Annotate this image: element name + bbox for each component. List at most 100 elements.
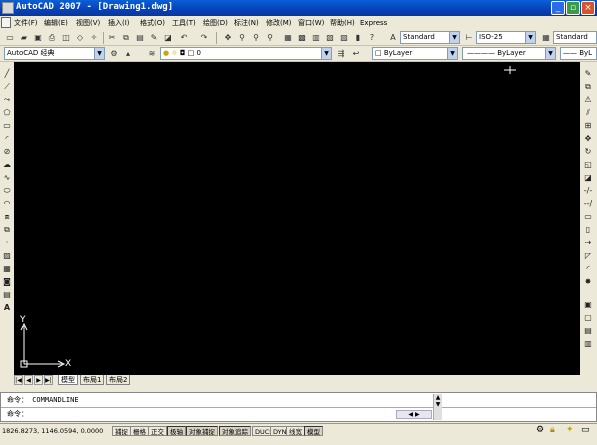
- properties-icon[interactable]: ▦: [282, 32, 294, 44]
- chevron-down-icon[interactable]: ▼: [94, 48, 104, 59]
- menu-modify[interactable]: 修改(M): [266, 17, 292, 29]
- menu-dimension[interactable]: 标注(N): [234, 17, 259, 29]
- menu-file[interactable]: 文件(F): [14, 17, 38, 29]
- lock-toolbar-icon[interactable]: 🔒︎: [550, 425, 562, 437]
- workspace-select[interactable]: AutoCAD 经典 ▼: [4, 47, 105, 60]
- maximize-button[interactable]: ▫: [566, 1, 580, 15]
- linetype-select[interactable]: ———— ByLayer ▼: [462, 47, 556, 60]
- grid-toggle[interactable]: 栅格: [130, 426, 149, 436]
- polygon-icon[interactable]: ⬠: [1, 107, 13, 119]
- command-hscroll[interactable]: ◀ ▶: [396, 410, 432, 419]
- draw-order-icon[interactable]: ▣: [582, 299, 594, 311]
- print-icon[interactable]: ⎙: [46, 32, 58, 44]
- model-toggle[interactable]: 模型: [304, 426, 323, 436]
- explode-icon[interactable]: ✸: [582, 276, 594, 288]
- menu-draw[interactable]: 绘图(D): [203, 17, 228, 29]
- workspace-settings-icon[interactable]: ⚙: [108, 48, 120, 60]
- ortho-toggle[interactable]: 正交: [148, 426, 167, 436]
- tool-palettes-icon[interactable]: ▥: [310, 32, 322, 44]
- minimize-button[interactable]: _: [551, 1, 565, 15]
- tab-layout1[interactable]: 布局1: [80, 375, 105, 385]
- make-current-layer-icon[interactable]: ⇶: [335, 48, 347, 60]
- menu-window[interactable]: 窗口(W): [298, 17, 324, 29]
- last-tab-icon[interactable]: ▶|: [44, 375, 53, 385]
- scale-icon[interactable]: ◱: [582, 159, 594, 171]
- circle-icon[interactable]: ⊘: [1, 146, 13, 158]
- new-icon[interactable]: ▭: [4, 32, 16, 44]
- otrack-toggle[interactable]: 对象追踪: [219, 426, 251, 436]
- command-input-line[interactable]: 命令：: [7, 409, 28, 419]
- table-icon[interactable]: ▤: [1, 289, 13, 301]
- arc-icon[interactable]: ◜: [1, 133, 13, 145]
- lineweight-toggle[interactable]: 线宽: [286, 426, 305, 436]
- make-block-icon[interactable]: ⧉: [1, 224, 13, 236]
- break-at-point-icon[interactable]: ▭: [582, 211, 594, 223]
- command-window[interactable]: 命令： COMMANDLINE 命令： ▲ ▼ ◀ ▶: [0, 392, 597, 422]
- calculator-icon[interactable]: ▮: [352, 32, 364, 44]
- stretch-icon[interactable]: ◪: [582, 172, 594, 184]
- zoom-window-icon[interactable]: ⚲: [250, 32, 262, 44]
- save-icon[interactable]: ▣: [32, 32, 44, 44]
- gradient-icon[interactable]: ▦: [1, 263, 13, 275]
- pan-icon[interactable]: ✥: [222, 32, 234, 44]
- hatch-icon[interactable]: ▨: [1, 250, 13, 262]
- copy-object-icon[interactable]: ⧉: [582, 81, 594, 93]
- comm-center-icon[interactable]: ⚙: [536, 425, 548, 437]
- publish-icon[interactable]: ◇: [74, 32, 86, 44]
- text-style-select[interactable]: Standard ▼: [400, 31, 460, 44]
- insert-block-icon[interactable]: ⧈: [1, 211, 13, 223]
- previous-tab-icon[interactable]: ◀: [24, 375, 33, 385]
- break-icon[interactable]: ▯: [582, 224, 594, 236]
- text-style-icon[interactable]: A: [387, 32, 399, 44]
- block-editor-icon[interactable]: ◪: [162, 32, 174, 44]
- ellipse-arc-icon[interactable]: ◠: [1, 198, 13, 210]
- markup-icon[interactable]: ▨: [338, 32, 350, 44]
- zoom-realtime-icon[interactable]: ⚲: [236, 32, 248, 44]
- command-scrollbar[interactable]: ▲ ▼: [433, 394, 442, 420]
- open-icon[interactable]: ▰: [18, 32, 30, 44]
- point-icon[interactable]: ·: [1, 237, 13, 249]
- autocad-app-icon[interactable]: [2, 2, 14, 14]
- menu-express[interactable]: Express: [360, 17, 387, 29]
- sheet-set-icon[interactable]: ▧: [324, 32, 336, 44]
- snap-toggle[interactable]: 捕捉: [112, 426, 131, 436]
- spline-icon[interactable]: ∿: [1, 172, 13, 184]
- tab-layout2[interactable]: 布局2: [106, 375, 131, 385]
- layer-manager-icon[interactable]: ≋: [146, 48, 158, 60]
- polar-toggle[interactable]: 极轴: [167, 426, 186, 436]
- menu-view[interactable]: 视图(V): [76, 17, 100, 29]
- lineweight-select[interactable]: —— ByL: [560, 47, 597, 60]
- move-icon[interactable]: ✥: [582, 133, 594, 145]
- join-icon[interactable]: ⇢: [582, 237, 594, 249]
- array-icon[interactable]: ⊞: [582, 120, 594, 132]
- construction-line-icon[interactable]: ⟋: [1, 81, 13, 93]
- coordinates-readout[interactable]: 1826.8273, 1146.0594, 0.0000: [2, 426, 103, 436]
- plot-icon[interactable]: ✧: [88, 32, 100, 44]
- zoom-previous-icon[interactable]: ⚲: [264, 32, 276, 44]
- mirror-icon[interactable]: ⚠: [582, 94, 594, 106]
- copy-icon[interactable]: ⧉: [120, 32, 132, 44]
- extend-icon[interactable]: --/: [582, 198, 594, 210]
- table-style-select[interactable]: Standard: [553, 31, 597, 44]
- clean-screen-icon[interactable]: ▭: [581, 425, 593, 437]
- dim-style-icon[interactable]: ⊢: [463, 32, 475, 44]
- chevron-down-icon[interactable]: ▼: [447, 48, 457, 59]
- next-tab-icon[interactable]: ▶: [34, 375, 43, 385]
- chevron-down-icon[interactable]: ▼: [545, 48, 555, 59]
- layer-previous-icon[interactable]: ↩: [350, 48, 362, 60]
- line-icon[interactable]: ╱: [1, 68, 13, 80]
- osnap-toggle[interactable]: 对象捕捉: [186, 426, 218, 436]
- undo-icon[interactable]: ↶: [178, 32, 190, 44]
- dim-style-select[interactable]: ISO-25 ▼: [476, 31, 536, 44]
- match-properties-icon[interactable]: ✎: [148, 32, 160, 44]
- region-icon[interactable]: ◙: [1, 276, 13, 288]
- menu-tools[interactable]: 工具(T): [172, 17, 196, 29]
- rotate-icon[interactable]: ↻: [582, 146, 594, 158]
- first-tab-icon[interactable]: |◀: [14, 375, 23, 385]
- design-center-icon[interactable]: ▩: [296, 32, 308, 44]
- menu-help[interactable]: 帮助(H): [330, 17, 355, 29]
- table-style-icon[interactable]: ▦: [540, 32, 552, 44]
- trim-icon[interactable]: -/-: [582, 185, 594, 197]
- offset-icon[interactable]: ⫽: [582, 107, 594, 119]
- bring-above-icon[interactable]: ▥: [582, 338, 594, 350]
